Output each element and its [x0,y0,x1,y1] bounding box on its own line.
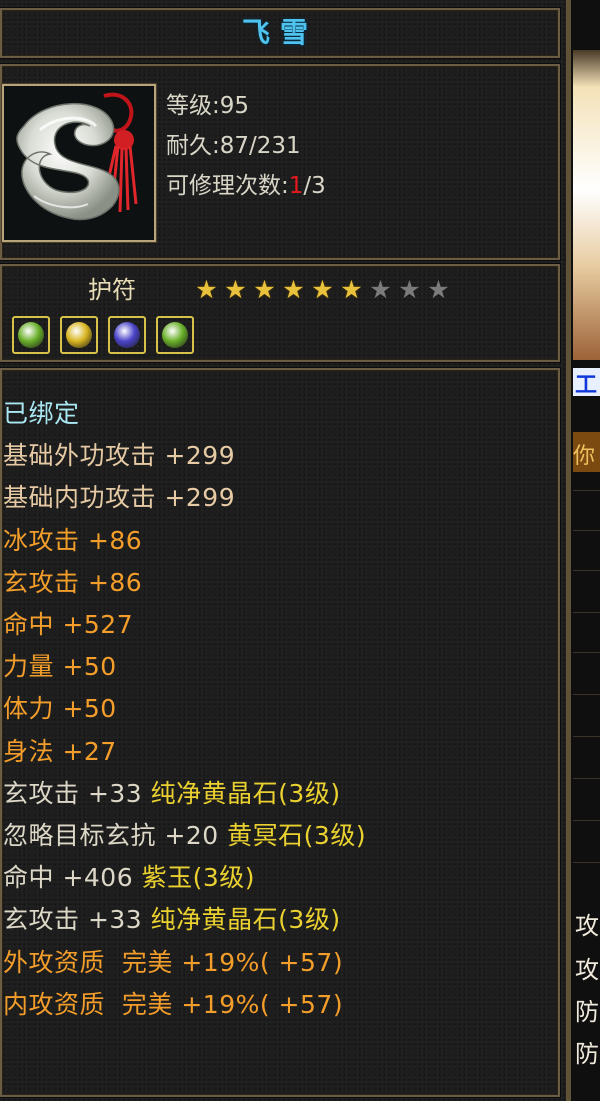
repair-label: 可修理次数 [166,173,281,199]
background-scene: 工 你 攻 攻 防 防 [566,0,600,1101]
gem-stat: 玄攻击 +33 [3,779,143,808]
attribute-line: 玄攻击 +86 [3,568,143,597]
side-char: 防 [575,1040,599,1068]
side-cell [573,778,600,817]
gem-name: 纯净黄晶石(3级) [150,905,341,934]
gem-stat: 玄攻击 +33 [3,905,143,934]
star-empty-icon: ★ [427,275,450,304]
gem-face [18,322,44,348]
level-label: 等级 [166,93,212,119]
attribute-line: 体力 +50 [3,694,117,723]
quality-attribute-line: 外攻资质 完美 +19%( +57) [3,948,344,977]
side-cell [573,530,600,569]
level-sep: : [212,93,220,119]
gem-attribute-line: 忽略目标玄抗 +20 黄冥石(3级) [3,816,366,852]
amulet-icon [2,84,156,242]
side-cell [573,652,600,691]
star-rating: ★ ★ ★ ★ ★ ★ ★ ★ ★ [192,276,453,304]
durability-label: 耐久 [166,133,212,159]
repair-total: /3 [303,173,326,199]
scene-strip [573,50,600,360]
star-empty-icon: ★ [398,275,421,304]
side-border [566,0,571,1101]
attribute-line: 冰攻击 +86 [3,526,143,555]
purple-gem-icon[interactable] [108,316,146,354]
star-filled-icon: ★ [282,275,305,304]
repair-sep: : [281,173,289,199]
side-char: 攻 [575,912,599,940]
green-gem-icon[interactable] [12,316,50,354]
star-filled-icon: ★ [311,275,334,304]
repair-stat: 可修理次数:1/3 [166,166,326,200]
gem-name: 黄冥石(3级) [227,821,367,850]
item-tooltip: 飞雪 等级:95 耐久:87/231 可修理次数:1/3 护符 ★ ★ ★ ★ … [0,0,566,1101]
side-cell [573,820,600,859]
gem-face [162,322,188,348]
side-cell [573,570,600,609]
gem-stat: 忽略目标玄抗 +20 [3,821,219,850]
item-category: 护符 [88,276,136,304]
star-empty-icon: ★ [369,275,392,304]
attribute-line: 力量 +50 [3,652,117,681]
attribute-line: 基础内功攻击 +299 [3,483,236,512]
attribute-line: 命中 +527 [3,610,134,639]
side-brick-tab[interactable]: 你 [573,432,600,472]
durability-value: 87/231 [219,133,301,159]
side-blue-tab[interactable]: 工 [573,368,600,398]
side-cell [573,694,600,733]
side-blue-char: 工 [575,373,598,398]
side-char: 攻 [575,956,599,984]
green-gem-icon[interactable] [156,316,194,354]
star-filled-icon: ★ [253,275,276,304]
side-char: 防 [575,998,599,1026]
side-cell [573,490,600,529]
gem-face [66,322,92,348]
attribute-line: 身法 +27 [3,737,117,766]
gem-face [114,322,140,348]
durability-stat: 耐久:87/231 [166,126,301,160]
side-cell [573,736,600,775]
repair-used: 1 [288,173,304,199]
attribute-line: 基础外功攻击 +299 [3,441,236,470]
star-filled-icon: ★ [340,275,363,304]
bound-status: 已绑定 [3,399,80,428]
side-cell [573,862,600,901]
side-brick-char: 你 [573,444,596,469]
level-value: 95 [219,93,250,119]
durability-sep: : [212,133,220,159]
gem-attribute-line: 玄攻击 +33 纯净黄晶石(3级) [3,900,341,936]
gem-name: 纯净黄晶石(3级) [150,779,341,808]
side-cell [573,612,600,651]
item-name: 飞雪 [241,16,318,49]
gem-attribute-line: 命中 +406 紫玉(3级) [3,858,255,894]
gem-name: 紫玉(3级) [141,863,255,892]
yellow-gem-icon[interactable] [60,316,98,354]
gem-stat: 命中 +406 [3,863,134,892]
star-filled-icon: ★ [195,275,218,304]
star-filled-icon: ★ [224,275,247,304]
level-stat: 等级:95 [166,86,249,120]
quality-attribute-line: 内攻资质 完美 +19%( +57) [3,990,344,1019]
gem-attribute-line: 玄攻击 +33 纯净黄晶石(3级) [3,774,341,810]
